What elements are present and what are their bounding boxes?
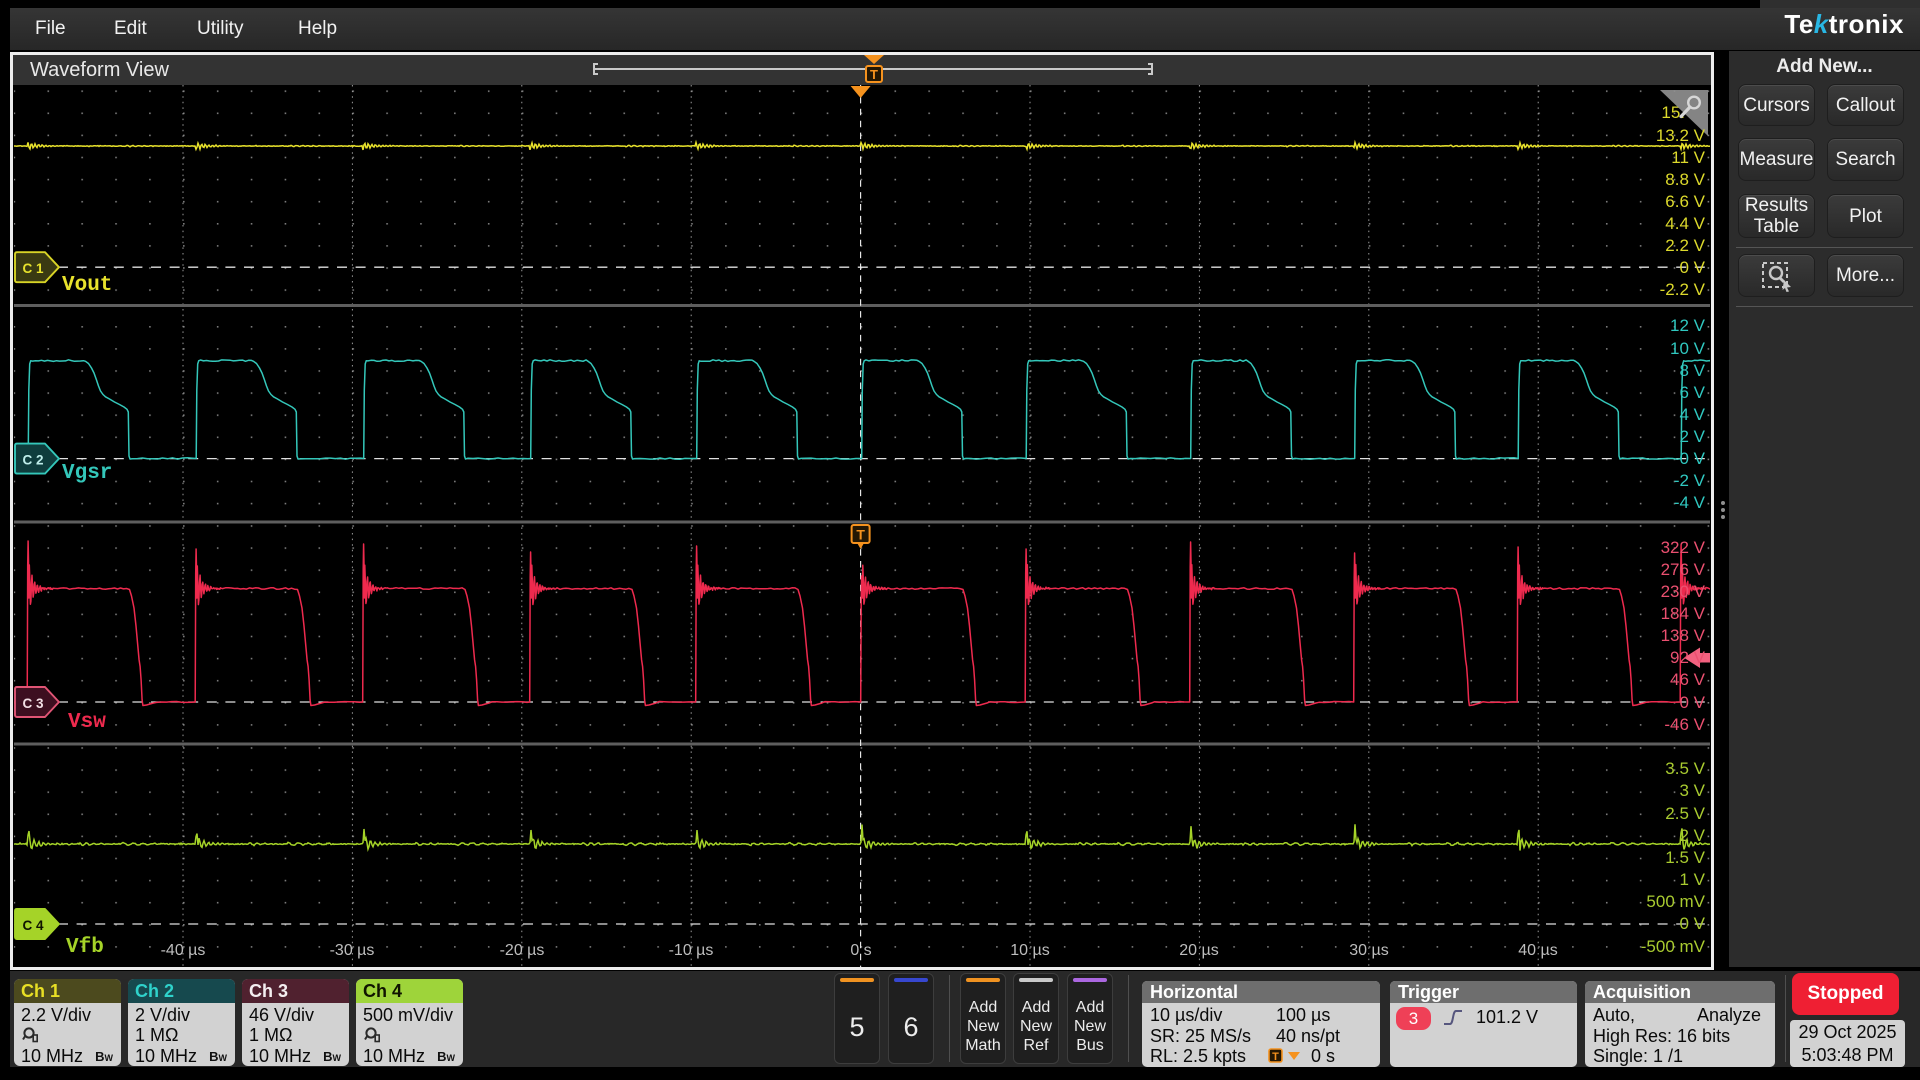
svg-text:C 4: C 4 xyxy=(22,918,44,933)
svg-text:C 3: C 3 xyxy=(22,696,44,711)
svg-text:T: T xyxy=(870,67,878,82)
svg-text:T: T xyxy=(1272,1051,1279,1063)
svg-text:C 2: C 2 xyxy=(22,453,43,468)
svg-text:T: T xyxy=(856,527,865,543)
svg-text:C 1: C 1 xyxy=(22,261,44,276)
